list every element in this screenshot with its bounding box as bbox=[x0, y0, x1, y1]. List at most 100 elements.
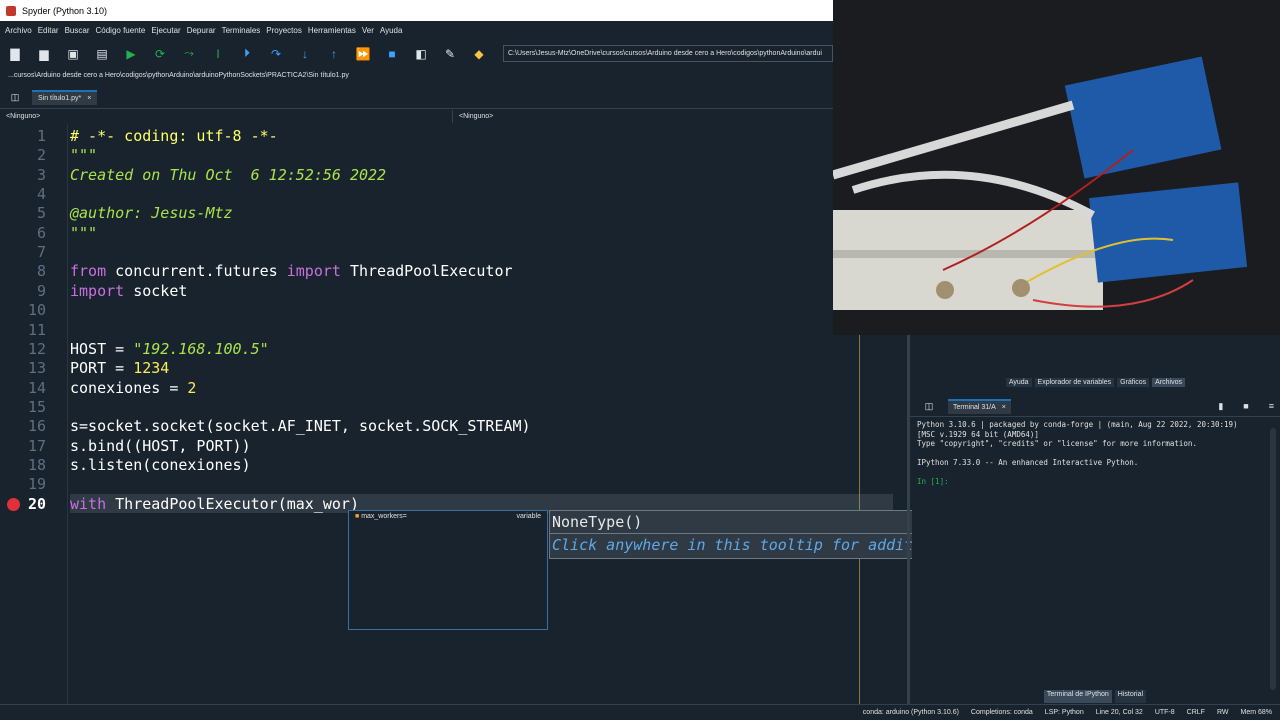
console-bottom-tab[interactable]: Terminal de IPython bbox=[1043, 690, 1112, 703]
options-menu-icon[interactable]: ≡ bbox=[1269, 401, 1274, 412]
menu-item[interactable]: Editar bbox=[38, 26, 59, 35]
code-line[interactable]: Created on Thu Oct 6 12:52:56 2022 bbox=[70, 166, 386, 185]
line-number[interactable]: 8 bbox=[0, 262, 46, 281]
breakpoint-icon[interactable] bbox=[7, 497, 20, 511]
pane-tab[interactable]: Archivos bbox=[1152, 377, 1185, 387]
run-cell-advance-icon[interactable]: ⤳ bbox=[180, 45, 198, 63]
run-cell-icon[interactable]: ⟳ bbox=[151, 45, 169, 63]
preferences-wrench-icon[interactable]: ✎ bbox=[441, 45, 459, 63]
step-icon[interactable]: ↷ bbox=[267, 45, 285, 63]
pane-tab[interactable]: Explorador de variables bbox=[1034, 377, 1115, 387]
tab-close-icon[interactable]: × bbox=[87, 95, 91, 102]
menu-item[interactable]: Herramientas bbox=[308, 26, 356, 35]
code-line[interactable]: s=socket.socket(socket.AF_INET, socket.S… bbox=[70, 417, 531, 436]
step-into-icon[interactable]: ↓ bbox=[296, 45, 314, 63]
code-token: 2 bbox=[187, 378, 197, 397]
menu-item[interactable]: Buscar bbox=[65, 26, 90, 35]
title-bar: Spyder (Python 3.10) bbox=[0, 0, 833, 21]
console-header: ◫ Terminal 31/A × ▮ ■ ≡ bbox=[910, 397, 1280, 417]
trash-icon[interactable]: ▮ bbox=[1218, 401, 1223, 412]
continue-icon[interactable]: ⏩ bbox=[354, 45, 372, 63]
save-icon[interactable]: ▣ bbox=[64, 45, 82, 63]
run-icon[interactable]: ▶ bbox=[122, 45, 140, 63]
arduino-board-bottom bbox=[1089, 182, 1248, 283]
console-tab-close-icon[interactable]: × bbox=[1002, 404, 1006, 411]
class-selector[interactable]: <Ninguno> bbox=[0, 110, 453, 123]
line-number[interactable]: 1 bbox=[0, 127, 46, 146]
line-number[interactable]: 12 bbox=[0, 340, 46, 359]
line-number[interactable]: 6 bbox=[0, 224, 46, 243]
console-scrollbar[interactable] bbox=[1270, 428, 1276, 690]
menu-item[interactable]: Proyectos bbox=[266, 26, 302, 35]
new-file-icon[interactable]: ▇ bbox=[6, 45, 24, 63]
menu-item[interactable]: Código fuente bbox=[96, 26, 146, 35]
tab-label: Sin título1.py* bbox=[38, 95, 82, 102]
tab-terminal-31a[interactable]: Terminal 31/A × bbox=[948, 399, 1011, 414]
tab-sin-titulo1[interactable]: Sin título1.py* × bbox=[32, 90, 98, 105]
console-line: Python 3.10.6 | packaged by conda-forge … bbox=[917, 420, 1238, 429]
code-line[interactable]: HOST = "192.168.100.5" bbox=[70, 340, 269, 359]
line-number[interactable]: 17 bbox=[0, 437, 46, 456]
python-path-icon[interactable]: ◆ bbox=[470, 45, 488, 63]
menu-item[interactable]: Terminales bbox=[222, 26, 261, 35]
autocomplete-popup[interactable]: ■ max_workers= variable bbox=[348, 510, 548, 630]
code-line[interactable]: import socket bbox=[70, 282, 187, 301]
line-number-gutter: 1 2 3 4 5 6 7 8 9 10 11 12 13 14 15 16 17 18 19 20 bbox=[0, 124, 68, 704]
pane-tab[interactable]: Ayuda bbox=[1005, 377, 1032, 387]
line-number[interactable]: 2 bbox=[0, 146, 46, 165]
completion-item[interactable]: ■ max_workers= variable bbox=[349, 511, 547, 522]
menu-item[interactable]: Depurar bbox=[187, 26, 216, 35]
code-line[interactable]: s.listen(conexiones) bbox=[70, 456, 251, 475]
code-line[interactable]: """ bbox=[70, 224, 97, 243]
code-line[interactable]: conexiones = 2 bbox=[70, 379, 196, 398]
line-number[interactable]: 3 bbox=[0, 166, 46, 185]
menu-item[interactable]: Ver bbox=[362, 26, 374, 35]
code-line[interactable]: # -*- coding: utf-8 -*- bbox=[70, 127, 278, 146]
line-number[interactable]: 16 bbox=[0, 417, 46, 436]
pane-tab[interactable]: Gráficos bbox=[1117, 377, 1150, 387]
line-number[interactable]: 10 bbox=[0, 301, 46, 320]
browse-consoles-icon[interactable]: ◫ bbox=[920, 398, 938, 416]
code-line[interactable]: PORT = 1234 bbox=[70, 359, 169, 378]
pane-splitter[interactable] bbox=[907, 335, 910, 705]
stop-icon[interactable]: ■ bbox=[383, 45, 401, 63]
save-all-icon[interactable]: ▤ bbox=[93, 45, 111, 63]
code-line[interactable]: from concurrent.futures import ThreadPoo… bbox=[70, 262, 513, 281]
file-path-breadcrumb: ...cursos\Arduino desde cero a Hero\codi… bbox=[0, 67, 833, 83]
line-number[interactable]: 4 bbox=[0, 185, 46, 204]
code-line[interactable]: """ bbox=[70, 146, 97, 165]
line-number[interactable]: 5 bbox=[0, 204, 46, 223]
browse-tabs-icon[interactable]: ◫ bbox=[6, 89, 24, 107]
code-line[interactable]: s.bind((HOST, PORT)) bbox=[70, 437, 251, 456]
code-line[interactable]: @author: Jesus-Mtz bbox=[70, 204, 233, 223]
status-item: Mem 68% bbox=[1240, 709, 1272, 716]
line-number[interactable]: 15 bbox=[0, 398, 46, 417]
line-number[interactable]: 14 bbox=[0, 379, 46, 398]
class-function-nav: <Ninguno> <Ninguno> bbox=[0, 110, 910, 123]
line-number[interactable]: 18 bbox=[0, 456, 46, 475]
line-number[interactable]: 7 bbox=[0, 243, 46, 262]
line-number[interactable]: 19 bbox=[0, 475, 46, 494]
line-number[interactable]: 9 bbox=[0, 282, 46, 301]
status-item: LSP: Python bbox=[1044, 709, 1084, 716]
step-return-icon[interactable]: ↑ bbox=[325, 45, 343, 63]
code-token: concurrent.futures bbox=[106, 262, 287, 281]
debug-icon[interactable]: ⏵ bbox=[238, 45, 256, 63]
status-item: Line 20, Col 32 bbox=[1095, 709, 1143, 716]
console-line: IPython 7.33.0 -- An enhanced Interactiv… bbox=[917, 458, 1139, 467]
line-number[interactable]: 13 bbox=[0, 359, 46, 378]
line-number[interactable]: 11 bbox=[0, 321, 46, 340]
stop-kernel-icon[interactable]: ■ bbox=[1243, 401, 1248, 412]
menu-item[interactable]: Archivo bbox=[5, 26, 32, 35]
completion-kind: variable bbox=[516, 513, 541, 520]
working-directory-field[interactable]: C:\Users\Jesus-Mtz\OneDrive\cursos\curso… bbox=[503, 45, 833, 62]
maximize-pane-icon[interactable]: ◧ bbox=[412, 45, 430, 63]
code-line[interactable]: with ThreadPoolExecutor(max_wor) bbox=[70, 495, 359, 514]
menu-item[interactable]: Ayuda bbox=[380, 26, 403, 35]
console-bottom-tab[interactable]: Historial bbox=[1114, 690, 1147, 703]
open-folder-icon[interactable]: ▆ bbox=[35, 45, 53, 63]
code-token: """ bbox=[70, 223, 98, 242]
run-selection-icon[interactable]: I bbox=[209, 45, 227, 63]
ipython-console[interactable]: Python 3.10.6 | packaged by conda-forge … bbox=[912, 420, 1268, 688]
menu-item[interactable]: Ejecutar bbox=[151, 26, 180, 35]
